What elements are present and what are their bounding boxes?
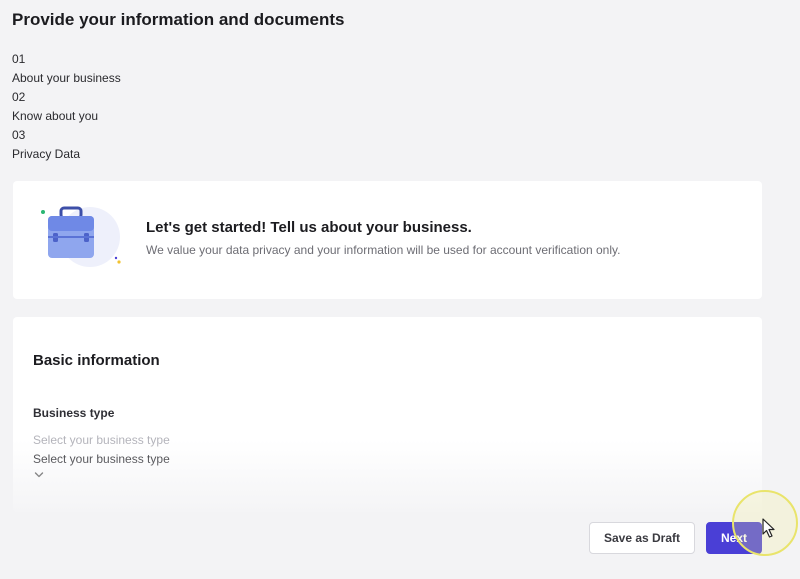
onboarding-page: Provide your information and documents 0… bbox=[0, 0, 800, 579]
chevron-down-icon[interactable] bbox=[34, 471, 44, 479]
step-label-about-business[interactable]: About your business bbox=[12, 70, 121, 89]
step-label-privacy-data[interactable]: Privacy Data bbox=[12, 146, 121, 165]
intro-card: Let's get started! Tell us about your bu… bbox=[13, 181, 762, 299]
step-number: 02 bbox=[12, 90, 26, 104]
business-type-placeholder[interactable]: Select your business type bbox=[33, 433, 170, 447]
save-as-draft-button[interactable]: Save as Draft bbox=[589, 522, 695, 554]
briefcase-icon bbox=[41, 206, 121, 267]
business-type-label: Business type bbox=[33, 406, 115, 420]
step-label-know-about-you[interactable]: Know about you bbox=[12, 108, 121, 127]
intro-subtitle: We value your data privacy and your info… bbox=[146, 243, 621, 257]
section-title: Basic information bbox=[33, 352, 160, 369]
mouse-cursor-icon bbox=[762, 518, 775, 538]
intro-title: Let's get started! Tell us about your bu… bbox=[146, 219, 472, 236]
step-number: 01 bbox=[12, 52, 26, 66]
step-number: 03 bbox=[12, 128, 26, 142]
page-title: Provide your information and documents bbox=[12, 10, 345, 29]
basic-information-card: Basic information Business type Select y… bbox=[13, 317, 762, 512]
step-list: 01 About your business 02 Know about you… bbox=[12, 51, 121, 165]
business-type-select[interactable]: Select your business type bbox=[33, 452, 170, 466]
